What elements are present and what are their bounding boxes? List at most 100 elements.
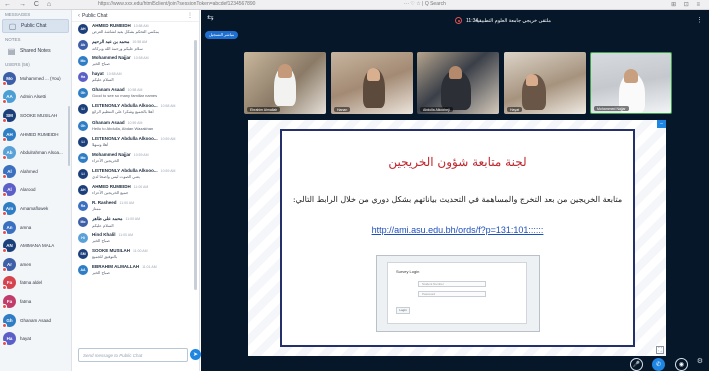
- send-button[interactable]: ➤: [190, 349, 201, 360]
- login-button: Login: [396, 307, 410, 314]
- user-list-item[interactable]: Fa fatma aldel: [0, 274, 71, 293]
- message-header: Ghanam Asaad 10:58 AM: [92, 87, 192, 92]
- user-list-item[interactable]: Fa fatma: [0, 292, 71, 311]
- message-time: 11:01 AM: [142, 265, 157, 270]
- chat-input[interactable]: Send message to Public Chat: [78, 348, 188, 362]
- user-list-item[interactable]: Al Alarood: [0, 181, 71, 200]
- user-list-item[interactable]: Mo Mohammed ... (You): [0, 69, 71, 88]
- message-author: محمد بن عبد الرحيم: [92, 39, 130, 45]
- participant-face: [278, 64, 292, 78]
- settings-gear-icon[interactable]: ⚙: [697, 357, 703, 365]
- participant-name: Abdulla Alkooheji: [420, 107, 453, 112]
- options-icon[interactable]: ⋮: [696, 16, 703, 24]
- message-header: Hind Khalil 11:00 AM: [92, 232, 192, 237]
- avatar: An: [2, 220, 16, 235]
- avatar: Mo: [78, 56, 88, 67]
- login-card: Survey Login Student Number Password Log…: [387, 262, 527, 324]
- user-list-item[interactable]: Gh Ghanam Asaad: [0, 311, 71, 330]
- shared-notes-item[interactable]: ▤ Shared Notes: [2, 44, 69, 58]
- user-list-item[interactable]: Al Alahmed: [0, 162, 71, 181]
- users-scrollbar[interactable]: [68, 106, 70, 166]
- message-text: بالتوفيق للجميع: [92, 254, 118, 260]
- avatar-initials: An: [6, 224, 13, 230]
- user-list-item[interactable]: Am Amamaflowek: [0, 199, 71, 218]
- chat-scrollbar[interactable]: [194, 40, 197, 290]
- chat-message: AH AHMED RUMEIDH 11:00 AM جميع الخريجين الأ…: [72, 183, 194, 199]
- user-list-item[interactable]: AA Admin Alsetti: [0, 88, 71, 107]
- address-bar[interactable]: https://www.xxx.edu/html5client/join?ses…: [98, 1, 338, 9]
- user-name: Admin Alsetti: [20, 94, 47, 100]
- message-body: AHMED RUMEIDH 10:58 AM يمكنني التحكم بشكل …: [92, 23, 192, 38]
- avatar: Ab: [78, 40, 88, 51]
- public-chat-item[interactable]: ▢ Public Chat: [2, 19, 69, 33]
- avatar-initials: Gh: [80, 123, 86, 128]
- video-tile[interactable]: Ebrahim Almallah: [244, 52, 326, 114]
- message-author: SOOKE MUSILAH: [92, 248, 131, 254]
- user-name: Ghanam Asaad: [20, 317, 52, 323]
- chat-title: Public Chat: [82, 12, 108, 19]
- muted-mic-icon: [2, 136, 7, 142]
- chat-message: Mo Mohammed Najjar 10:59 AM الخريجين الأعزا…: [72, 151, 194, 167]
- share-camera-button[interactable]: ◉: [675, 358, 688, 371]
- browser-actions[interactable]: ··· ♡ ☆ | Q Search: [404, 1, 446, 7]
- message-header: LISTENONLY Abdulla Alkooo... 10:59 AM: [92, 136, 192, 141]
- user-list-item[interactable]: Ar amen: [0, 255, 71, 274]
- video-tile[interactable]: Hanan: [331, 52, 413, 114]
- browser-nav-icons[interactable]: ← → C ⌂: [4, 1, 54, 8]
- chat-panel: ‹ Public Chat ⋮ AH AHMED RUMEIDH 10:58 AM ي…: [72, 10, 201, 371]
- message-header: hayat 10:58 AM: [92, 71, 192, 76]
- presentation-slide[interactable]: لجنة متابعة شؤون الخريجين متابعة الخريجي…: [248, 120, 666, 356]
- more-icon[interactable]: ⋮: [187, 12, 193, 19]
- chat-header[interactable]: ‹ Public Chat ⋮: [72, 10, 199, 22]
- muted-mic-icon: [2, 285, 7, 291]
- microphone-icon: 🎤: [632, 362, 641, 368]
- login-password-field: Password: [418, 291, 486, 297]
- user-name: amen: [20, 261, 32, 267]
- chat-message: Li LISTENONLY Abdulla Alkooo... 10:58 AM أه…: [72, 102, 194, 118]
- users-panel: MESSAGES ▢ Public Chat NOTES ▤ Shared No…: [0, 10, 72, 371]
- message-time: 11:00 AM: [133, 249, 148, 254]
- participant-face: [624, 69, 638, 83]
- message-time: 11:00 AM: [118, 233, 134, 238]
- recording-icon[interactable]: [455, 17, 462, 24]
- user-list-item[interactable]: An amna: [0, 218, 71, 237]
- user-list-item[interactable]: Ha hayat: [0, 329, 71, 348]
- message-author: hayat: [92, 71, 104, 77]
- avatar-initials: SM: [6, 112, 13, 118]
- user-list-item[interactable]: SM SOOKE MUSILAH: [0, 106, 71, 125]
- avatar: AN: [2, 239, 16, 254]
- avatar: Al: [2, 164, 16, 179]
- user-list-item[interactable]: Ab Abdulrahman Alsoa...: [0, 143, 71, 162]
- user-name: fatma: [20, 298, 32, 304]
- video-tile[interactable]: Hayat: [504, 52, 586, 114]
- user-list-item[interactable]: AH AHMED RUMEIDH: [0, 125, 71, 144]
- browser-menu-icons[interactable]: ⊞ ⊡ ≡: [671, 1, 703, 8]
- message-body: Ghanam Asaad 10:59 AM Hello to Abdulla, Ab…: [92, 120, 192, 135]
- message-body: Ghanam Asaad 10:58 AM Good to see so many …: [92, 87, 192, 102]
- message-text: سلام عليكم ورحمة الله وبركاته: [92, 46, 143, 52]
- avatar: Gh: [78, 88, 88, 99]
- avatar-initials: Li: [81, 139, 85, 144]
- avatar: Gh: [2, 313, 16, 328]
- message-body: SOOKE MUSILAH 11:00 AM بالتوفيق للجميع: [92, 248, 192, 263]
- user-list-item[interactable]: AN AMIMANA MALA: [0, 236, 71, 255]
- message-body: LISTENONLY Abdulla Alkooo... 10:59 AM يعني…: [92, 168, 192, 183]
- message-header: R. Rasheed 11:00 AM: [92, 200, 192, 205]
- active-speaker-tile[interactable]: Mohammed Najjar: [590, 52, 672, 114]
- chat-message: Gh Ghanam Asaad 10:58 AM Good to see so man…: [72, 86, 194, 102]
- slide-link[interactable]: http://ami.asu.edu.bh/ords/f?p=131:101::…: [282, 225, 633, 235]
- user-name: Mohammed ... (You): [20, 75, 61, 81]
- avatar-initials: Fa: [6, 280, 13, 286]
- minimize-presentation-icon[interactable]: –: [657, 120, 666, 128]
- chevron-left-icon[interactable]: ‹: [78, 13, 80, 19]
- user-list-toggle-icon[interactable]: ⇆: [207, 13, 214, 22]
- mute-button[interactable]: 🎤: [630, 358, 643, 371]
- message-time: 10:58 AM: [106, 72, 122, 77]
- browser-toolbar: ← → C ⌂ https://www.xxx.edu/html5client/…: [0, 0, 709, 10]
- message-body: Mohammed Najjar 10:59 AM الخريجين الأعزاء: [92, 152, 192, 167]
- chat-message: Li LISTENONLY Abdulla Alkooo... 10:59 AM أه…: [72, 135, 194, 151]
- leave-audio-button[interactable]: ✆: [652, 358, 665, 371]
- message-text: صباح الخير: [92, 238, 110, 244]
- video-tile[interactable]: Abdulla Alkooheji: [417, 52, 499, 114]
- fullscreen-icon[interactable]: ⛶: [656, 346, 664, 354]
